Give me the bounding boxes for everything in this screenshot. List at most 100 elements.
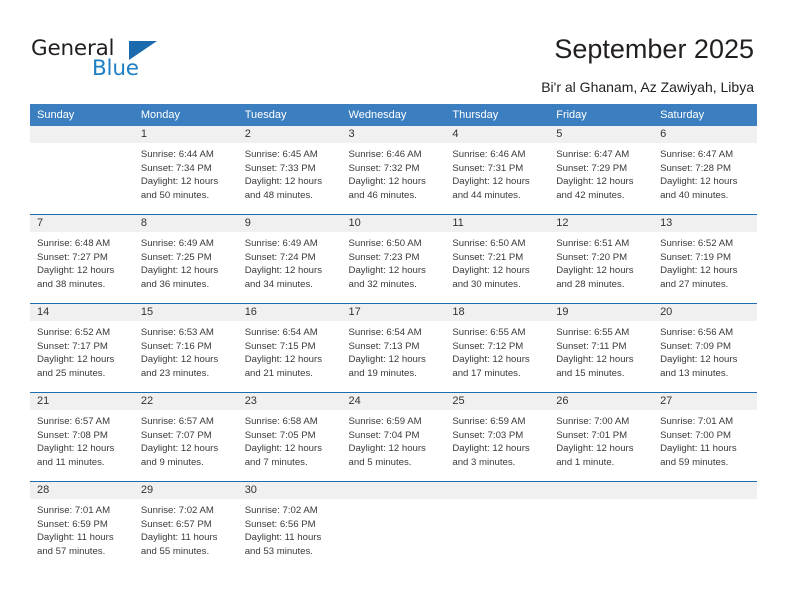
day-number: 1 — [133, 126, 238, 143]
calendar-day-cell[interactable]: 17 Sunrise: 6:54 AM Sunset: 7:13 PM Dayligh… — [341, 303, 446, 393]
sunrise-text: Sunrise: 6:52 AM — [660, 238, 734, 249]
calendar-day-cell[interactable]: 10 Sunrise: 6:50 AM Sunset: 7:23 PM Dayligh… — [341, 214, 446, 304]
day-number — [653, 482, 757, 499]
calendar-day-cell[interactable]: 6 Sunrise: 6:47 AM Sunset: 7:28 PM Daylight… — [653, 126, 757, 215]
calendar-day-cell[interactable]: 12 Sunrise: 6:51 AM Sunset: 7:20 PM Dayligh… — [549, 214, 654, 304]
sunset-text: Sunset: 6:57 PM — [140, 518, 212, 530]
calendar-day-cell[interactable]: 18 Sunrise: 6:55 AM Sunset: 7:12 PM Dayligh… — [445, 303, 550, 393]
sunset-text: Sunset: 6:56 PM — [244, 518, 316, 530]
calendar-day-cell[interactable]: 22 Sunrise: 6:57 AM Sunset: 7:07 PM Dayligh… — [133, 392, 238, 482]
sunrise-text: Sunrise: 7:01 AM — [37, 505, 111, 516]
day-details: Sunrise: 6:59 AM Sunset: 7:04 PM Daylight:… — [342, 410, 446, 469]
day-details: Sunrise: 6:45 AM Sunset: 7:33 PM Daylight:… — [238, 143, 342, 202]
sunrise-text: Sunrise: 6:57 AM — [37, 416, 111, 427]
weekday-header-wednesday: Wednesday — [341, 104, 446, 126]
calendar-day-cell[interactable]: 15 Sunrise: 6:53 AM Sunset: 7:16 PM Dayligh… — [133, 303, 238, 393]
generalblue-logo[interactable]: General Blue — [31, 36, 221, 84]
daylight-text: Daylight: 11 hours — [37, 532, 114, 544]
day-number: 4 — [445, 126, 550, 143]
daylight-text: and 19 minutes. — [348, 367, 417, 379]
calendar-day-cell[interactable]: 16 Sunrise: 6:54 AM Sunset: 7:15 PM Dayligh… — [237, 303, 342, 393]
day-details: Sunrise: 6:46 AM Sunset: 7:31 PM Daylight:… — [445, 143, 549, 202]
daylight-text: and 57 minutes. — [37, 545, 106, 557]
day-details: Sunrise: 7:01 AM Sunset: 6:59 PM Daylight:… — [30, 499, 134, 558]
weekday-header-monday: Monday — [133, 104, 238, 126]
day-details: Sunrise: 6:47 AM Sunset: 7:29 PM Daylight:… — [549, 143, 653, 202]
day-number: 15 — [133, 304, 238, 321]
calendar-day-cell[interactable]: 30 Sunrise: 7:02 AM Sunset: 6:56 PM Dayligh… — [237, 481, 342, 570]
day-number — [30, 126, 134, 143]
page-title: September 2025 — [554, 34, 754, 64]
calendar-day-cell[interactable]: 11 Sunrise: 6:50 AM Sunset: 7:21 PM Dayligh… — [445, 214, 550, 304]
calendar-day-cell[interactable]: 9 Sunrise: 6:49 AM Sunset: 7:24 PM Daylight… — [237, 214, 342, 304]
calendar-day-cell[interactable]: 24 Sunrise: 6:59 AM Sunset: 7:04 PM Dayligh… — [341, 392, 446, 482]
daylight-text: and 25 minutes. — [37, 367, 106, 379]
calendar-day-cell[interactable]: 25 Sunrise: 6:59 AM Sunset: 7:03 PM Dayligh… — [445, 392, 550, 482]
daylight-text: Daylight: 11 hours — [660, 443, 737, 455]
calendar-week-row: 28 Sunrise: 7:01 AM Sunset: 6:59 PM Dayligh… — [30, 481, 757, 570]
day-details: Sunrise: 6:44 AM Sunset: 7:34 PM Daylight:… — [134, 143, 238, 202]
day-number: 29 — [133, 482, 238, 499]
daylight-text: and 27 minutes. — [660, 278, 729, 290]
daylight-text: and 38 minutes. — [37, 278, 106, 290]
sunset-text: Sunset: 7:19 PM — [660, 251, 731, 263]
calendar-day-cell[interactable]: 4 Sunrise: 6:46 AM Sunset: 7:31 PM Daylight… — [445, 126, 550, 215]
sunrise-text: Sunrise: 6:54 AM — [348, 327, 422, 338]
calendar-day-cell[interactable]: 27 Sunrise: 7:01 AM Sunset: 7:00 PM Dayligh… — [653, 392, 757, 482]
sunset-text: Sunset: 7:33 PM — [244, 162, 316, 174]
calendar-day-cell[interactable]: 7 Sunrise: 6:48 AM Sunset: 7:27 PM Daylight… — [30, 214, 134, 304]
sunset-text: Sunset: 7:12 PM — [452, 340, 524, 352]
day-number — [341, 482, 446, 499]
day-number: 25 — [445, 393, 550, 410]
day-details: Sunrise: 6:47 AM Sunset: 7:28 PM Daylight:… — [653, 143, 757, 202]
calendar-day-cell[interactable]: 26 Sunrise: 7:00 AM Sunset: 7:01 PM Dayligh… — [549, 392, 654, 482]
calendar-day-cell[interactable]: 13 Sunrise: 6:52 AM Sunset: 7:19 PM Dayligh… — [653, 214, 757, 304]
calendar-day-cell[interactable]: 2 Sunrise: 6:45 AM Sunset: 7:33 PM Daylight… — [237, 126, 342, 215]
calendar-day-cell[interactable]: 5 Sunrise: 6:47 AM Sunset: 7:29 PM Daylight… — [549, 126, 654, 215]
day-number — [445, 482, 550, 499]
daylight-text: and 23 minutes. — [140, 367, 210, 379]
sunrise-text: Sunrise: 6:59 AM — [452, 416, 526, 427]
calendar-day-cell[interactable]: 1 Sunrise: 6:44 AM Sunset: 7:34 PM Daylight… — [133, 126, 238, 215]
day-number: 12 — [549, 215, 654, 232]
calendar-day-cell[interactable]: 3 Sunrise: 6:46 AM Sunset: 7:32 PM Daylight… — [341, 126, 446, 215]
calendar-day-cell[interactable]: 28 Sunrise: 7:01 AM Sunset: 6:59 PM Dayligh… — [30, 481, 134, 570]
sunset-text: Sunset: 7:31 PM — [452, 162, 524, 174]
calendar-day-cell[interactable]: 20 Sunrise: 6:56 AM Sunset: 7:09 PM Dayligh… — [653, 303, 757, 393]
day-number: 27 — [653, 393, 757, 410]
sunrise-text: Sunrise: 7:01 AM — [660, 416, 734, 427]
daylight-text: and 46 minutes. — [348, 189, 417, 201]
sunset-text: Sunset: 7:25 PM — [140, 251, 212, 263]
calendar-day-cell[interactable]: 29 Sunrise: 7:02 AM Sunset: 6:57 PM Dayligh… — [133, 481, 238, 570]
daylight-text: Daylight: 12 hours — [452, 265, 530, 277]
day-number — [549, 482, 654, 499]
day-details: Sunrise: 6:57 AM Sunset: 7:07 PM Daylight:… — [134, 410, 238, 469]
sunset-text: Sunset: 7:24 PM — [244, 251, 316, 263]
calendar-day-cell[interactable]: 19 Sunrise: 6:55 AM Sunset: 7:11 PM Dayligh… — [549, 303, 654, 393]
day-details: Sunrise: 6:59 AM Sunset: 7:03 PM Daylight:… — [445, 410, 549, 469]
calendar-day-cell-empty — [341, 481, 446, 570]
daylight-text: and 1 minute. — [556, 456, 615, 468]
daylight-text: Daylight: 12 hours — [452, 176, 530, 188]
calendar-day-cell[interactable]: 14 Sunrise: 6:52 AM Sunset: 7:17 PM Dayligh… — [30, 303, 134, 393]
daylight-text: Daylight: 12 hours — [244, 443, 323, 455]
day-details: Sunrise: 6:56 AM Sunset: 7:09 PM Daylight:… — [653, 321, 757, 380]
daylight-text: and 44 minutes. — [452, 189, 521, 201]
sunrise-text: Sunrise: 6:44 AM — [140, 149, 214, 160]
day-number: 24 — [341, 393, 446, 410]
sunrise-text: Sunrise: 6:54 AM — [244, 327, 318, 338]
daylight-text: Daylight: 12 hours — [140, 354, 219, 366]
sunset-text: Sunset: 7:23 PM — [348, 251, 420, 263]
day-number: 14 — [30, 304, 134, 321]
sunrise-text: Sunrise: 7:00 AM — [556, 416, 630, 427]
sunrise-text: Sunrise: 6:46 AM — [452, 149, 526, 160]
sunrise-text: Sunrise: 6:55 AM — [556, 327, 630, 338]
sunset-text: Sunset: 7:20 PM — [556, 251, 628, 263]
calendar-day-cell[interactable]: 23 Sunrise: 6:58 AM Sunset: 7:05 PM Dayligh… — [237, 392, 342, 482]
sunrise-text: Sunrise: 7:02 AM — [244, 505, 318, 516]
calendar-day-cell[interactable]: 21 Sunrise: 6:57 AM Sunset: 7:08 PM Dayligh… — [30, 392, 134, 482]
calendar-day-cell[interactable]: 8 Sunrise: 6:49 AM Sunset: 7:25 PM Daylight… — [133, 214, 238, 304]
sunrise-text: Sunrise: 6:47 AM — [556, 149, 630, 160]
daylight-text: and 59 minutes. — [660, 456, 729, 468]
daylight-text: Daylight: 12 hours — [556, 265, 634, 277]
